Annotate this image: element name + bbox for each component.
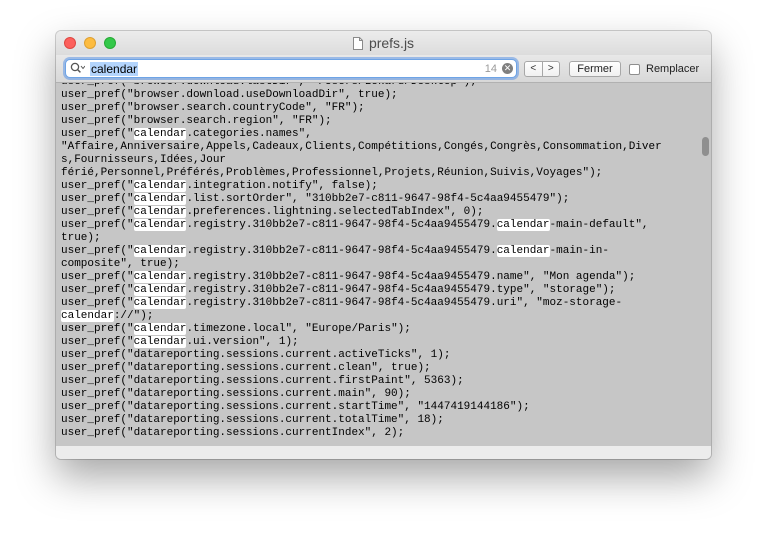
search-match-highlight: calendar [133, 284, 187, 296]
search-match-highlight: calendar [496, 219, 550, 231]
code-line: user_pref("calendar.integration.notify",… [61, 180, 378, 192]
code-line: user_pref("browser.download.useDownloadD… [61, 89, 398, 101]
code-line: user_pref("calendar.registry.310bb2e7-c8… [61, 245, 609, 257]
magnifier-dropdown-icon[interactable] [70, 62, 85, 75]
code-line: user_pref("datareporting.sessions.curren… [61, 401, 530, 413]
search-match-highlight: calendar [133, 206, 187, 218]
code-line: user_pref("calendar.list.sortOrder", "31… [61, 193, 570, 205]
code-line: user_pref("datareporting.sessions.curren… [61, 414, 444, 426]
next-match-button[interactable]: > [543, 62, 560, 76]
code-line: user_pref("datareporting.sessions.curren… [61, 388, 411, 400]
code-line: user_pref("datareporting.sessions.curren… [61, 375, 464, 387]
code-line: user_pref("calendar.registry.310bb2e7-c8… [61, 219, 649, 231]
code-line: férié,Personnel,Préférés,Problèmes,Profe… [61, 167, 603, 179]
code-line: user_pref("calendar.ui.version", 1); [61, 336, 299, 348]
search-match-highlight: calendar [133, 245, 187, 257]
previous-match-button[interactable]: < [525, 62, 543, 76]
match-count: 14 [484, 63, 497, 75]
find-bar: calendar 14 ✕ < > Fermer Remplacer [56, 55, 711, 83]
code-line: user_pref("datareporting.sessions.curren… [61, 349, 451, 361]
code-line: user_pref("datareporting.sessions.curren… [61, 362, 431, 374]
editor-window: prefs.js calendar 14 ✕ < > Fermer Rempla… [56, 31, 711, 459]
search-match-highlight: calendar [133, 297, 187, 309]
title-bar[interactable]: prefs.js [56, 31, 711, 55]
search-field[interactable]: calendar 14 ✕ [65, 59, 517, 78]
code-editor[interactable]: user_pref("browser.download.lastDir", "/… [56, 83, 711, 446]
code-line: s,Fournisseurs,Idées,Jour [61, 154, 227, 166]
search-match-highlight: calendar [496, 245, 550, 257]
search-match-highlight: calendar [133, 128, 187, 140]
code-line: composite", true); [61, 258, 180, 270]
code-line: user_pref("browser.search.region", "FR")… [61, 115, 332, 127]
code-line: user_pref("calendar.timezone.local", "Eu… [61, 323, 411, 335]
window-title-group: prefs.js [56, 35, 711, 51]
code-line: calendar://"); [61, 310, 154, 322]
code-line: user_pref("calendar.registry.310bb2e7-c8… [61, 271, 636, 283]
code-line: user_pref("calendar.categories.names", [61, 128, 312, 140]
search-input[interactable]: calendar [90, 62, 139, 76]
clear-search-icon[interactable]: ✕ [502, 63, 513, 74]
replace-label[interactable]: Remplacer [646, 62, 699, 76]
close-find-button[interactable]: Fermer [569, 61, 621, 77]
search-match-highlight: calendar [133, 323, 187, 335]
search-match-highlight: calendar [133, 219, 187, 231]
window-bottom-edge [56, 446, 711, 459]
vertical-scrollbar[interactable] [702, 137, 709, 156]
code-line: user_pref("browser.search.countryCode", … [61, 102, 365, 114]
match-navigation: < > [524, 61, 560, 77]
code-line: user_pref("calendar.registry.310bb2e7-c8… [61, 284, 616, 296]
code-line: true); [61, 232, 101, 244]
search-match-highlight: calendar [133, 336, 187, 348]
code-line: user_pref("calendar.preferences.lightnin… [61, 206, 484, 218]
code-lines: user_pref("browser.download.lastDir", "/… [61, 83, 662, 440]
code-line: user_pref("calendar.registry.310bb2e7-c8… [61, 297, 623, 309]
replace-checkbox[interactable] [629, 64, 640, 75]
code-line: "Affaire,Anniversaire,Appels,Cadeaux,Cli… [61, 141, 662, 153]
document-icon [352, 37, 363, 50]
code-line: user_pref("datareporting.sessions.curren… [61, 427, 405, 439]
window-title: prefs.js [368, 35, 415, 51]
search-match-highlight: calendar [133, 180, 187, 192]
search-match-highlight: calendar [133, 193, 187, 205]
search-match-highlight: calendar [133, 271, 187, 283]
search-match-highlight: calendar [61, 310, 114, 322]
